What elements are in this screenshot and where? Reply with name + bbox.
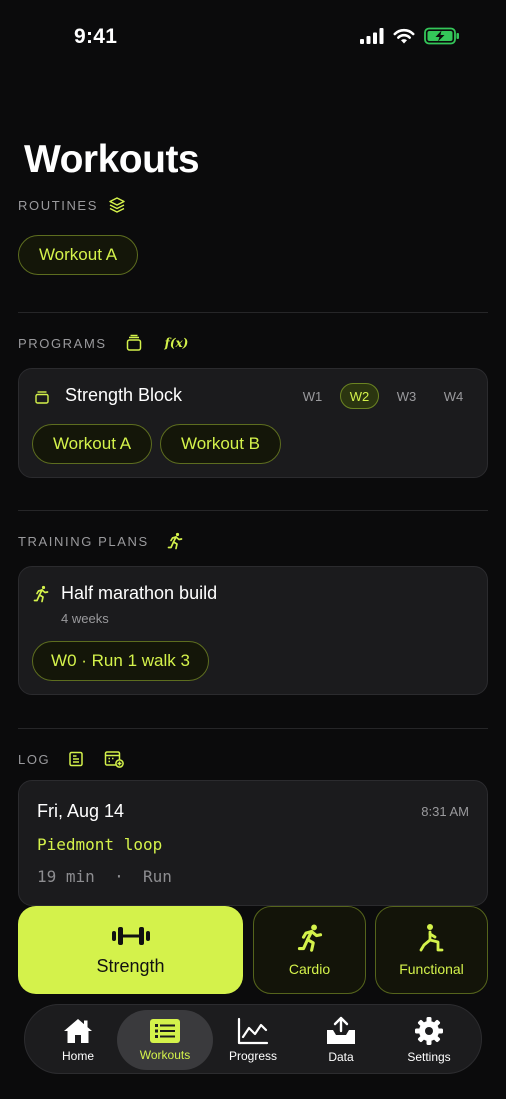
training-plans-label: TRAINING PLANS [18,533,149,549]
strength-button[interactable]: Strength [18,906,243,994]
wifi-icon [393,28,415,44]
divider [18,728,488,729]
tab-workouts-label: Workouts [139,1048,191,1062]
tab-workouts[interactable]: Workouts [117,1010,213,1070]
runner-icon [33,585,49,603]
cardio-label: Cardio [288,961,331,977]
training-plan-session-label: W0 · Run 1 walk 3 [51,651,190,670]
routine-workout-a-label: Workout A [38,245,118,264]
training-plan-session[interactable]: W0 · Run 1 walk 3 [32,641,209,681]
tab-progress-label: Progress [228,1049,278,1063]
tab-data-label: Data [328,1050,354,1064]
log-entry-name: Piedmont loop [37,835,163,854]
week-1[interactable]: W1 [293,383,332,409]
training-plan-card[interactable]: Half marathon build 4 weeks W0 · Run 1 w… [18,566,488,695]
list-icon [150,1019,180,1043]
tab-settings[interactable]: Settings [385,1005,473,1075]
house-icon [64,1019,92,1043]
calendar-add-icon[interactable] [104,750,125,768]
functional-label: Functional [399,961,464,977]
routines-label: ROUTINES [18,197,98,213]
strength-label: Strength [96,955,165,976]
layers-icon[interactable] [108,196,126,214]
cardio-button[interactable]: Cardio [253,906,366,994]
programs-header: PROGRAMS f(x) [18,334,188,352]
page-title: Workouts [24,138,200,181]
cellular-signal-icon [360,28,384,44]
tab-home[interactable]: Home [34,1005,122,1075]
dumbbell-icon [111,926,150,945]
journal-icon[interactable] [68,751,84,767]
week-2[interactable]: W2 [340,383,379,409]
training-plan-duration: 4 weeks [61,611,109,626]
log-entry-card[interactable]: Fri, Aug 14 8:31 AM Piedmont loop 19 min… [18,780,488,906]
stack-icon[interactable] [125,334,143,352]
week-4[interactable]: W4 [434,383,473,409]
program-workout-b[interactable]: Workout B [160,424,281,464]
divider [18,510,488,511]
program-title: Strength Block [65,385,183,405]
program-workout-a-label: Workout A [52,434,132,453]
tab-progress[interactable]: Progress [209,1005,297,1075]
share-tray-icon [327,1016,355,1044]
tab-data[interactable]: Data [297,1005,385,1075]
tab-bar: Home Workouts Progress Data Settings [24,1004,482,1074]
log-label: LOG [18,751,51,767]
tab-settings-label: Settings [407,1050,451,1064]
line-chart-icon [237,1017,269,1045]
status-icons [360,27,460,45]
stack-icon [35,391,49,404]
program-card[interactable]: Strength Block W1 W2 W3 W4 Workout A Wor… [18,368,488,478]
log-entry-meta: 19 min · Run [37,867,172,886]
battery-charging-icon [424,27,459,45]
log-entry-date: Fri, Aug 14 [37,801,125,821]
status-time: 9:41 [74,25,118,48]
lunge-icon [419,924,443,952]
functional-button[interactable]: Functional [375,906,488,994]
week-3[interactable]: W3 [387,383,426,409]
program-workout-b-label: Workout B [180,434,261,453]
training-plans-header: TRAINING PLANS [18,532,183,550]
status-bar: 9:41 [0,0,506,74]
gear-icon [415,1017,443,1045]
divider [18,312,488,313]
training-plan-title: Half marathon build [61,583,218,603]
log-entry-time: 8:31 AM [421,804,469,819]
log-header: LOG [18,750,125,768]
routines-header: ROUTINES [18,196,126,214]
routine-workout-a[interactable]: Workout A [18,235,138,275]
function-icon[interactable]: f(x) [165,336,189,350]
week-selector: W1 W2 W3 W4 [293,383,473,409]
tab-home-label: Home [61,1049,94,1063]
runner-icon [297,924,322,952]
runner-icon[interactable] [167,532,183,550]
programs-label: PROGRAMS [18,335,107,351]
program-workout-a[interactable]: Workout A [32,424,152,464]
